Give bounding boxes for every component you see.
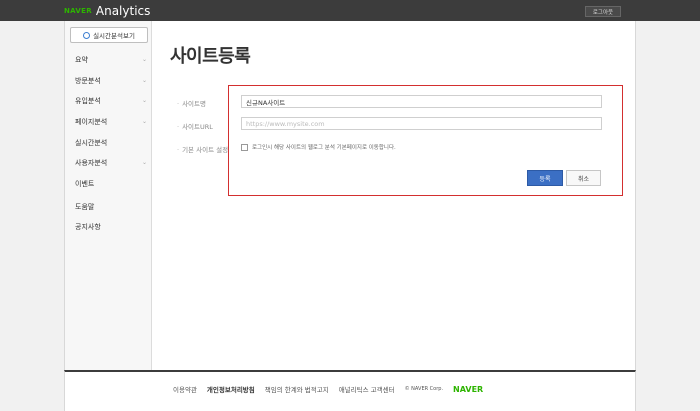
register-button[interactable]: 등록	[527, 170, 563, 186]
sidebar-item-label: 요약	[75, 56, 88, 64]
footer-link-disclaimer[interactable]: 책임의 한계와 법적고지	[265, 384, 329, 394]
sidebar-item-notices[interactable]: 공지사항	[75, 221, 147, 233]
brand-product-text: Analytics	[95, 3, 151, 18]
site-name-label: 사이트명	[177, 98, 206, 108]
sidebar-item-pages[interactable]: 페이지분석 ⌄	[75, 116, 147, 128]
sidebar-item-label: 유입분석	[75, 97, 101, 105]
sidebar-item-events[interactable]: 이벤트	[75, 178, 147, 190]
logout-button[interactable]: 로그아웃	[585, 6, 621, 17]
site-registration-form: 사이트명 사이트URL 기본 사이트 설정 로그인시 해당 사이트의 웹로그 분…	[182, 85, 623, 196]
sidebar-item-label: 공지사항	[75, 223, 101, 231]
top-bar: NAVER Analytics 로그아웃	[0, 0, 700, 21]
chevron-down-icon: ⌄	[141, 56, 147, 63]
content-area: 사이트등록 사이트명 사이트URL 기본 사이트 설정 로그인시 해당 사이트의…	[152, 21, 637, 370]
realtime-analysis-button[interactable]: 실시간분석보기	[70, 27, 148, 43]
sidebar-item-users[interactable]: 사용자분석 ⌄	[75, 157, 147, 169]
default-site-checkbox[interactable]	[241, 143, 248, 151]
default-site-checkbox-text: 로그인시 해당 사이트의 웹로그 분석 기본페이지로 이동합니다.	[252, 145, 396, 151]
site-url-label: 사이트URL	[177, 121, 213, 131]
cancel-button[interactable]: 취소	[566, 170, 601, 186]
sidebar-item-summary[interactable]: 요약 ⌄	[75, 54, 147, 66]
sidebar-item-label: 페이지분석	[75, 118, 108, 126]
sidebar-item-label: 사용자분석	[75, 159, 108, 167]
site-url-input[interactable]	[241, 117, 602, 130]
main-container: 실시간분석보기 요약 ⌄ 방문분석 ⌄ 유입분석 ⌄ 페이지분석 ⌄ 실시간분석…	[64, 21, 636, 370]
sidebar-item-help[interactable]: 도움말	[75, 201, 147, 213]
default-site-option[interactable]: 로그인시 해당 사이트의 웹로그 분석 기본페이지로 이동합니다.	[241, 143, 396, 151]
sidebar-item-label: 실시간분석	[75, 139, 108, 147]
footer-links: 이용약관 개인정보처리방침 책임의 한계와 법적고지 애널리틱스 고객센터 © …	[173, 384, 493, 395]
chevron-down-icon: ⌄	[141, 159, 147, 166]
page-title: 사이트등록	[170, 46, 251, 67]
sidebar-item-label: 도움말	[75, 203, 95, 211]
brand-logo[interactable]: NAVER Analytics	[64, 3, 150, 18]
footer-link-support[interactable]: 애널리틱스 고객센터	[339, 384, 395, 394]
footer-link-privacy[interactable]: 개인정보처리방침	[207, 384, 255, 394]
sidebar-item-inflow[interactable]: 유입분석 ⌄	[75, 95, 147, 107]
sidebar-item-realtime[interactable]: 실시간분석	[75, 137, 147, 149]
footer-naver-logo[interactable]: NAVER	[453, 385, 483, 394]
sidebar-item-label: 이벤트	[75, 180, 95, 188]
footer-link-terms[interactable]: 이용약관	[173, 384, 197, 394]
realtime-icon	[83, 31, 91, 39]
default-site-label: 기본 사이트 설정	[177, 144, 228, 154]
site-name-input[interactable]	[241, 95, 602, 108]
realtime-button-label: 실시간분석보기	[93, 32, 135, 40]
chevron-down-icon: ⌄	[141, 118, 147, 125]
brand-naver-text: NAVER	[64, 6, 92, 15]
sidebar-item-label: 방문분석	[75, 77, 101, 85]
sidebar-item-visits[interactable]: 방문분석 ⌄	[75, 75, 147, 87]
chevron-down-icon: ⌄	[141, 97, 147, 104]
footer-copyright: © NAVER Corp.	[404, 386, 444, 392]
footer: 이용약관 개인정보처리방침 책임의 한계와 법적고지 애널리틱스 고객센터 © …	[64, 370, 636, 411]
sidebar: 실시간분석보기 요약 ⌄ 방문분석 ⌄ 유입분석 ⌄ 페이지분석 ⌄ 실시간분석…	[65, 21, 152, 370]
chevron-down-icon: ⌄	[141, 77, 147, 84]
